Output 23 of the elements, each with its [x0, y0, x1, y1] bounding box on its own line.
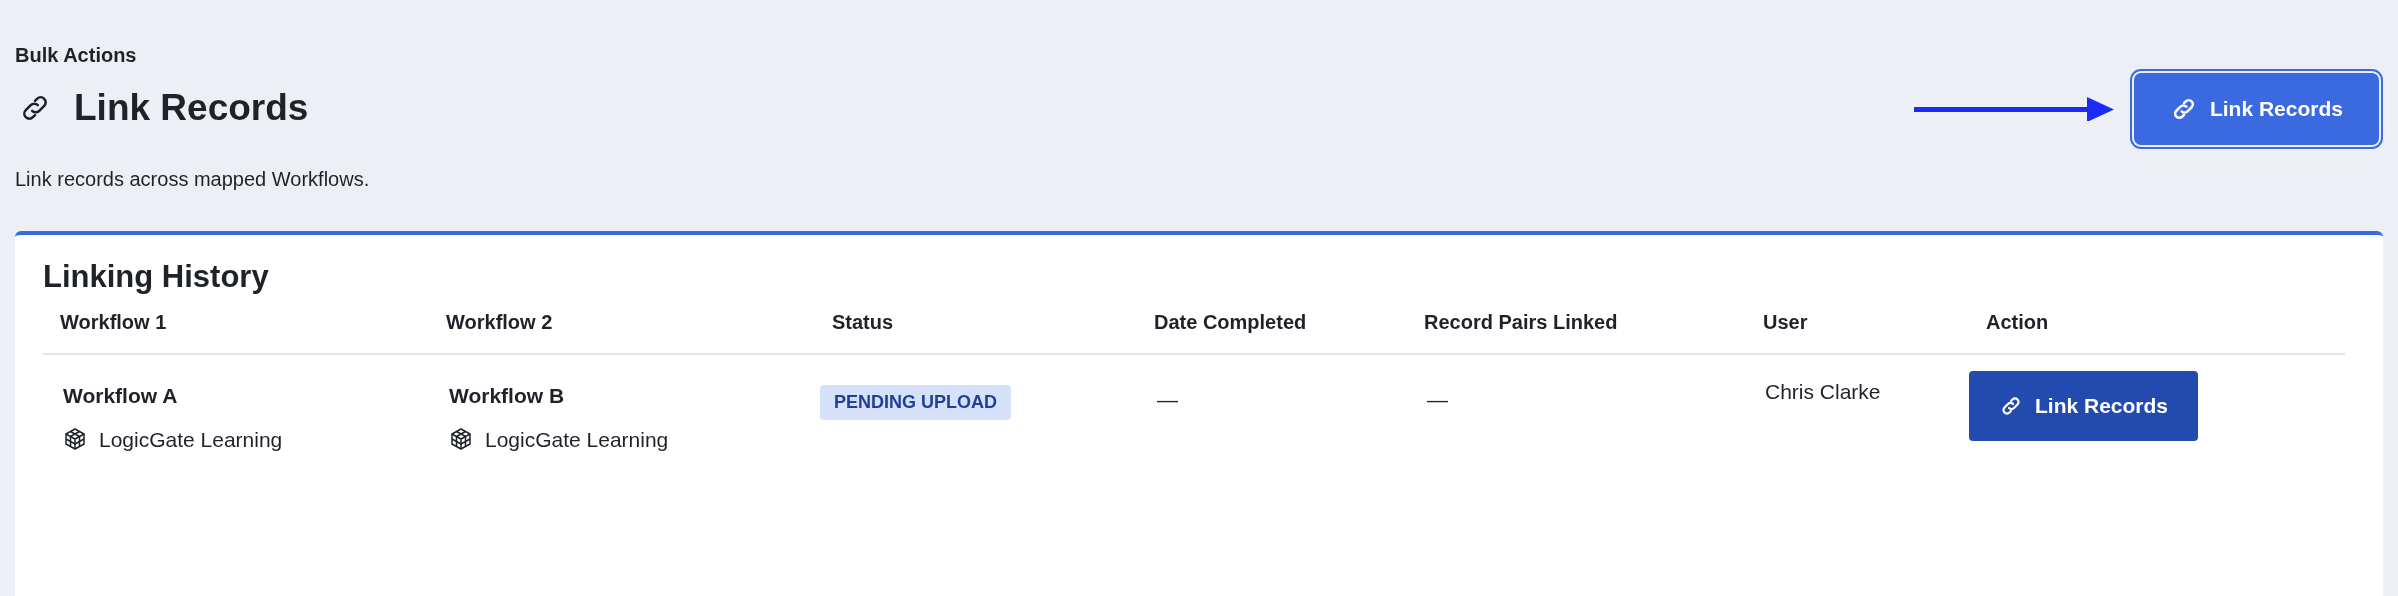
column-header: Workflow 2 — [445, 310, 554, 335]
link-icon — [1999, 394, 2023, 418]
application-name: LogicGate Learning — [99, 426, 283, 453]
column-header: Date Completed — [1153, 310, 1308, 335]
column-header: Status — [831, 310, 895, 335]
user-name: Chris Clarke — [1765, 380, 1881, 403]
status-badge: PENDING UPLOAD — [820, 385, 1011, 420]
page-description: Link records across mapped Workflows. — [15, 167, 370, 192]
workflow-name: Workflow B — [449, 383, 566, 409]
cube-icon — [63, 427, 87, 452]
application-name: LogicGate Learning — [485, 426, 669, 453]
workflow-name: Workflow A — [63, 383, 179, 409]
card-title: Linking History — [43, 258, 270, 296]
date-completed: — — [1157, 388, 1178, 411]
record-pairs-count: — — [1427, 388, 1448, 411]
column-header: Workflow 1 — [59, 310, 168, 335]
column-header: User — [1762, 310, 1809, 335]
section-label: Bulk Actions — [15, 43, 138, 68]
link-records-button[interactable]: Link Records — [1969, 371, 2199, 441]
page-title: Link Records — [74, 86, 309, 130]
column-header: Record Pairs Linked — [1423, 310, 1619, 335]
cube-icon — [449, 427, 473, 452]
column-header: Action — [1985, 310, 2050, 335]
